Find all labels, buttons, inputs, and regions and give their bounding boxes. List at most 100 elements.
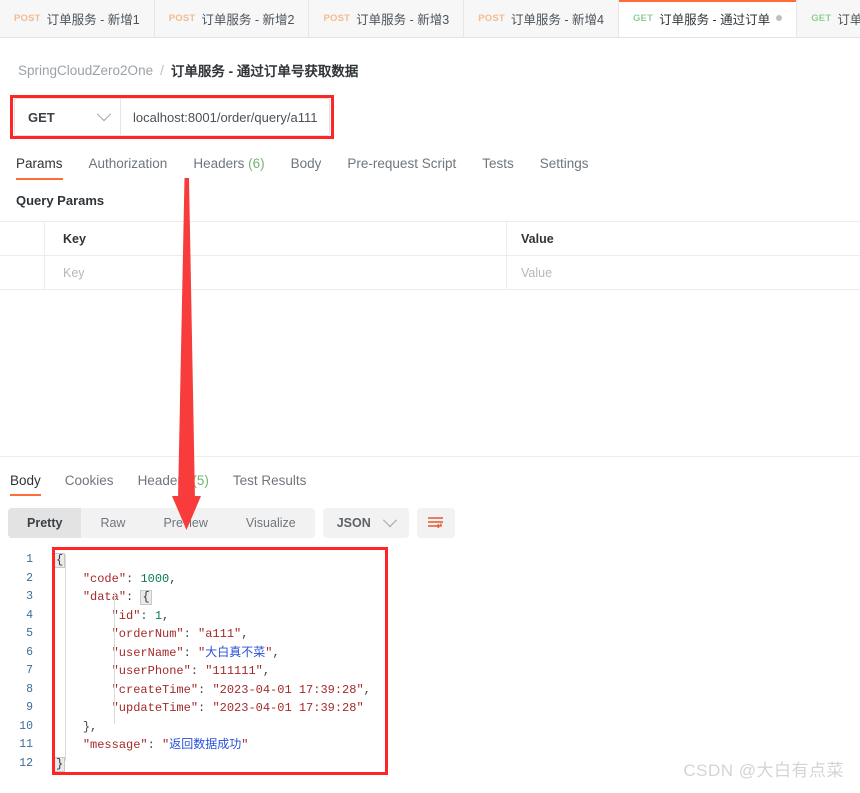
line-number: 3 <box>26 590 33 603</box>
query-params-table: Key Value Key Value <box>0 221 860 290</box>
indent-guide <box>65 555 66 761</box>
tab-response-headers[interactable]: Headers (5) <box>138 473 209 496</box>
code-line: 7 "userPhone": "111111", <box>0 662 860 681</box>
tab-response-body-label: Body <box>10 473 41 488</box>
param-value-input[interactable]: Value <box>507 256 860 289</box>
code-line: 4 "id": 1, <box>0 607 860 626</box>
code-line: 3 "data": { <box>0 588 860 607</box>
tab-body-label: Body <box>290 156 322 171</box>
http-method-value: GET <box>28 109 55 125</box>
line-number: 11 <box>19 738 33 751</box>
line-number: 5 <box>26 627 33 640</box>
line-number: 10 <box>19 719 33 733</box>
url-bar-container: GET localhost:8001/order/query/a111 <box>10 95 334 139</box>
param-key-input[interactable]: Key <box>45 256 507 289</box>
line-number: 6 <box>26 645 33 659</box>
tab-headers[interactable]: Headers (6) <box>193 156 264 180</box>
column-header-key: Key <box>45 222 507 255</box>
tab-params[interactable]: Params <box>16 156 63 180</box>
request-tab-strip[interactable]: POST 订单服务 - 新增1 POST 订单服务 - 新增2 POST 订单服… <box>0 0 860 38</box>
line-content: }, <box>82 719 98 734</box>
request-empty-space <box>0 290 860 456</box>
tab-headers-label: Headers <box>193 156 245 171</box>
word-wrap-toggle-button[interactable] <box>416 508 455 538</box>
tab-authorization-label: Authorization <box>88 156 168 171</box>
view-visualize-button[interactable]: Visualize <box>227 508 315 538</box>
breadcrumb-collection[interactable]: SpringCloudZero2One <box>18 63 153 78</box>
tab-method-badge: POST <box>323 13 351 24</box>
line-content: "userPhone": "111111", <box>111 664 271 678</box>
breadcrumb-current-request: 订单服务 - 通过订单号获取数据 <box>170 64 359 79</box>
tab-pre-request-script[interactable]: Pre-request Script <box>347 156 456 180</box>
line-number: 9 <box>26 701 33 714</box>
tab-title: 订单服务 - 新增3 <box>356 13 450 27</box>
tab-title: 订单服务 - 通过用户 <box>837 13 860 27</box>
url-bar[interactable]: GET localhost:8001/order/query/a111 <box>14 98 330 136</box>
json-code-block: 1 { 2 "code": 1000, 3 "data": { 4 "id": … <box>0 551 860 773</box>
tab-title: 订单服务 - 新增4 <box>510 13 604 27</box>
tab-body[interactable]: Body <box>291 156 322 180</box>
response-body-viewer[interactable]: 1 { 2 "code": 1000, 3 "data": { 4 "id": … <box>0 547 860 781</box>
line-content: "data": { <box>82 590 152 605</box>
tab-response-headers-label: Headers <box>137 473 189 488</box>
response-format-bar: Pretty Raw Preview Visualize JSON <box>8 508 860 538</box>
tab-method-badge: GET <box>632 12 654 24</box>
line-content: "code": 1000, <box>82 571 177 586</box>
tab-test-results[interactable]: Test Results <box>233 473 307 496</box>
line-content: "updateTime": "2023-04-01 17:39:28" <box>111 701 364 715</box>
tab-method-badge: POST <box>168 13 196 24</box>
http-method-select[interactable]: GET <box>15 99 121 135</box>
column-header-value: Value <box>521 231 554 246</box>
line-content: "userName": "大白真不菜", <box>111 645 280 660</box>
row-checkbox-cell[interactable] <box>0 256 45 289</box>
tab-response-body[interactable]: Body <box>10 473 41 496</box>
tab-method-badge: POST <box>478 13 505 24</box>
response-language-select[interactable]: JSON <box>322 508 409 538</box>
tab-response-headers-count: (5) <box>192 473 209 488</box>
request-tab-6[interactable]: GET 订单服务 - 通过用户 <box>797 0 860 37</box>
select-all-checkbox-cell[interactable] <box>0 222 45 255</box>
table-row[interactable]: Key Value <box>0 256 860 290</box>
request-section-tabs[interactable]: Params Authorization Headers (6) Body Pr… <box>0 136 860 180</box>
line-content: "message": "返回数据成功" <box>82 738 249 752</box>
tab-title: 订单服务 - 通过订单 <box>659 12 771 27</box>
code-line: 8 "createTime": "2023-04-01 17:39:28", <box>0 681 860 700</box>
request-tab-3[interactable]: POST 订单服务 - 新增3 <box>309 0 465 37</box>
code-line: 6 "userName": "大白真不菜", <box>0 644 860 663</box>
breadcrumb: SpringCloudZero2One / 订单服务 - 通过订单号获取数据 <box>0 38 860 82</box>
line-number: 12 <box>19 756 33 770</box>
line-number: 7 <box>26 664 33 677</box>
tab-settings[interactable]: Settings <box>540 156 589 180</box>
tab-settings-label: Settings <box>539 156 589 171</box>
request-tab-2[interactable]: POST 订单服务 - 新增2 <box>154 0 310 37</box>
word-wrap-icon <box>428 517 444 529</box>
tab-authorization[interactable]: Authorization <box>89 156 168 180</box>
csdn-watermark: CSDN @大白有点菜 <box>683 761 844 780</box>
request-tab-4[interactable]: POST 订单服务 - 新增4 <box>464 0 619 37</box>
indent-guide <box>114 592 115 724</box>
code-line: 1 { <box>0 551 860 570</box>
tab-title: 订单服务 - 新增2 <box>201 13 295 27</box>
line-number: 4 <box>26 608 33 622</box>
view-pretty-button[interactable]: Pretty <box>8 508 82 538</box>
table-header-row: Key Value <box>0 222 860 256</box>
url-input[interactable]: localhost:8001/order/query/a111 <box>121 99 329 135</box>
view-raw-button[interactable]: Raw <box>81 508 144 538</box>
tab-tests[interactable]: Tests <box>482 156 514 180</box>
breadcrumb-separator: / <box>160 62 164 78</box>
line-number: 2 <box>26 571 33 585</box>
response-view-segmented-control[interactable]: Pretty Raw Preview Visualize <box>8 508 315 538</box>
tab-pre-request-script-label: Pre-request Script <box>347 156 457 171</box>
request-tab-1[interactable]: POST 订单服务 - 新增1 <box>0 0 155 37</box>
response-section-tabs[interactable]: Body Cookies Headers (5) Test Results <box>0 457 860 496</box>
line-content: { <box>54 553 66 568</box>
request-tab-5-active[interactable]: GET 订单服务 - 通过订单 <box>618 0 798 37</box>
line-content: "orderNum": "a111", <box>111 627 249 641</box>
tab-method-badge: GET <box>811 13 832 24</box>
code-line: 10 }, <box>0 718 860 737</box>
tab-cookies[interactable]: Cookies <box>65 473 114 496</box>
response-language-value: JSON <box>336 516 371 530</box>
line-number: 1 <box>26 553 33 566</box>
view-preview-button[interactable]: Preview <box>144 508 226 538</box>
tab-title: 订单服务 - 新增1 <box>46 13 140 27</box>
